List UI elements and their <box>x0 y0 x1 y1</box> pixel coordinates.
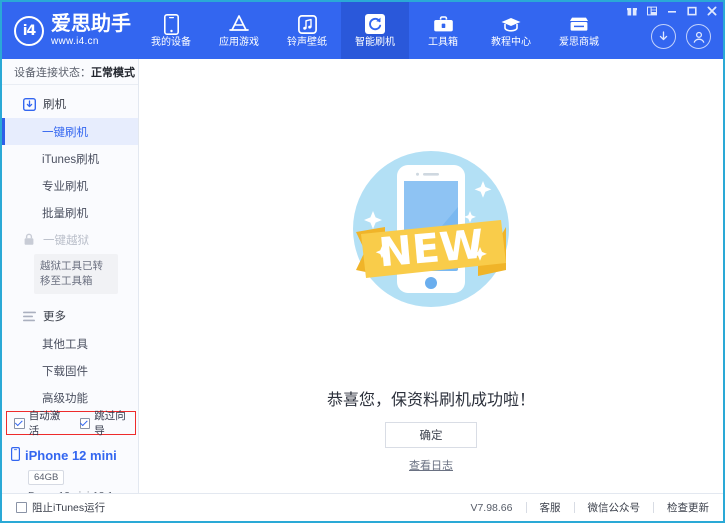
list-icon <box>22 309 36 323</box>
sidebar-item-advanced-features[interactable]: 高级功能 <box>2 384 138 411</box>
user-account-icon[interactable] <box>686 24 711 49</box>
nav-label: 应用游戏 <box>219 38 259 48</box>
apps-icon <box>228 13 250 35</box>
sidebar-item-one-key-jailbreak: 一键越狱 <box>2 226 138 253</box>
nav-label: 铃声壁纸 <box>287 38 327 48</box>
sidebar-group-label: 刷机 <box>43 96 66 112</box>
nav-item-store[interactable]: 爱思商城 <box>545 2 613 59</box>
music-icon <box>296 13 318 35</box>
maximize-button[interactable] <box>686 5 697 16</box>
nav-item-apps-games[interactable]: 应用游戏 <box>205 2 273 59</box>
phone-icon <box>160 13 182 35</box>
checkbox-box <box>80 418 91 429</box>
divider <box>526 502 527 513</box>
nav-item-ringtones-wallpapers[interactable]: 铃声壁纸 <box>273 2 341 59</box>
sidebar: 设备连接状态：正常模式 刷机 一键刷机 iTunes刷机 专业刷机 批量刷机 一… <box>2 59 139 493</box>
sidebar-item-label: 专业刷机 <box>42 178 88 194</box>
sidebar-item-label: 高级功能 <box>42 390 88 406</box>
nav-item-my-device[interactable]: 我的设备 <box>137 2 205 59</box>
phone-small-icon <box>11 447 20 464</box>
download-icon[interactable] <box>651 24 676 49</box>
device-name: iPhone 12 mini <box>25 448 117 463</box>
nav-label: 工具箱 <box>428 38 458 48</box>
logo-url: www.i4.cn <box>51 37 131 47</box>
connection-status-value: 正常模式 <box>91 64 135 80</box>
sidebar-group-label: 更多 <box>43 308 66 324</box>
block-itunes-checkbox[interactable]: 阻止iTunes运行 <box>16 500 105 515</box>
checkbox-label: 跳过向导 <box>94 408 135 438</box>
logo-title: 爱思助手 <box>51 14 131 34</box>
nav-item-toolbox[interactable]: 工具箱 <box>409 2 477 59</box>
nav-label: 我的设备 <box>151 38 191 48</box>
sidebar-item-itunes-flash[interactable]: iTunes刷机 <box>2 145 138 172</box>
version-label: V7.98.66 <box>470 502 512 514</box>
status-bar-links: V7.98.66 客服 微信公众号 检查更新 <box>470 500 709 515</box>
sidebar-item-pro-flash[interactable]: 专业刷机 <box>2 172 138 199</box>
wechat-official-link[interactable]: 微信公众号 <box>588 500 641 515</box>
nav-label: 教程中心 <box>491 38 531 48</box>
application-window: i4 爱思助手 www.i4.cn 我的设备 应用游戏 <box>0 0 725 523</box>
skip-setup-checkbox[interactable]: 跳过向导 <box>80 408 136 438</box>
menu-icon[interactable] <box>646 5 657 16</box>
gift-icon[interactable] <box>626 5 637 16</box>
connection-status-label: 设备连接状态： <box>14 64 91 80</box>
logo-mark-icon: i4 <box>14 16 44 46</box>
sidebar-group-flash: 刷机 <box>2 90 138 118</box>
flash-options-highlight: 自动激活 跳过向导 <box>6 411 136 435</box>
device-capacity-badge: 64GB <box>28 470 64 485</box>
sidebar-item-one-key-flash[interactable]: 一键刷机 <box>2 118 138 145</box>
new-phone-badge-illustration: NEW <box>339 137 523 326</box>
sidebar-item-download-firmware[interactable]: 下载固件 <box>2 357 138 384</box>
lock-icon <box>22 233 36 247</box>
header-account-area <box>651 24 711 49</box>
view-log-label: 查看日志 <box>409 460 453 472</box>
svg-text:NEW: NEW <box>377 222 486 277</box>
status-bar: 阻止iTunes运行 V7.98.66 客服 微信公众号 检查更新 <box>2 493 723 521</box>
view-log-link[interactable]: 查看日志 <box>139 457 723 473</box>
refresh-icon <box>364 13 386 35</box>
nav-item-smart-flash[interactable]: 智能刷机 <box>341 2 409 59</box>
flash-icon <box>22 97 36 111</box>
check-update-link[interactable]: 检查更新 <box>667 500 709 515</box>
confirm-button[interactable]: 确定 <box>385 422 477 448</box>
connection-status: 设备连接状态：正常模式 <box>2 59 138 85</box>
customer-service-link[interactable]: 客服 <box>540 500 561 515</box>
checkbox-box <box>16 502 27 513</box>
main-navigation: 我的设备 应用游戏 铃声壁纸 智能刷机 <box>137 2 613 59</box>
checkbox-label: 阻止iTunes运行 <box>32 500 105 515</box>
minimize-button[interactable] <box>666 5 677 16</box>
app-logo[interactable]: i4 爱思助手 www.i4.cn <box>14 14 131 47</box>
nav-label: 智能刷机 <box>355 38 395 48</box>
sidebar-item-label: 其他工具 <box>42 336 88 352</box>
main-content: NEW 恭喜您，保资料刷机成功啦！ 确定 查看日志 <box>139 59 723 493</box>
device-title-row: iPhone 12 mini <box>11 447 138 464</box>
sidebar-item-label: 一键刷机 <box>42 124 88 140</box>
toolbox-icon <box>432 13 454 35</box>
success-message: 恭喜您，保资料刷机成功啦！ <box>139 386 723 410</box>
app-header: i4 爱思助手 www.i4.cn 我的设备 应用游戏 <box>2 2 723 59</box>
jailbreak-tooltip: 越狱工具已转移至工具箱 <box>34 254 118 294</box>
nav-item-tutorial-center[interactable]: 教程中心 <box>477 2 545 59</box>
checkbox-box <box>14 418 25 429</box>
logo-mark-text: i4 <box>23 23 36 39</box>
sidebar-item-label: 一键越狱 <box>43 232 89 248</box>
graduation-icon <box>500 13 522 35</box>
divider <box>574 502 575 513</box>
shop-icon <box>568 13 590 35</box>
sidebar-item-other-tools[interactable]: 其他工具 <box>2 330 138 357</box>
sidebar-group-more: 更多 <box>2 302 138 330</box>
nav-label: 爱思商城 <box>559 38 599 48</box>
sidebar-item-label: iTunes刷机 <box>42 151 99 167</box>
auto-activate-checkbox[interactable]: 自动激活 <box>14 408 70 438</box>
divider <box>653 502 654 513</box>
sidebar-item-batch-flash[interactable]: 批量刷机 <box>2 199 138 226</box>
checkbox-label: 自动激活 <box>29 408 70 438</box>
window-controls <box>626 5 717 16</box>
sidebar-item-label: 下载固件 <box>42 363 88 379</box>
sidebar-item-label: 批量刷机 <box>42 205 88 221</box>
close-button[interactable] <box>706 5 717 16</box>
